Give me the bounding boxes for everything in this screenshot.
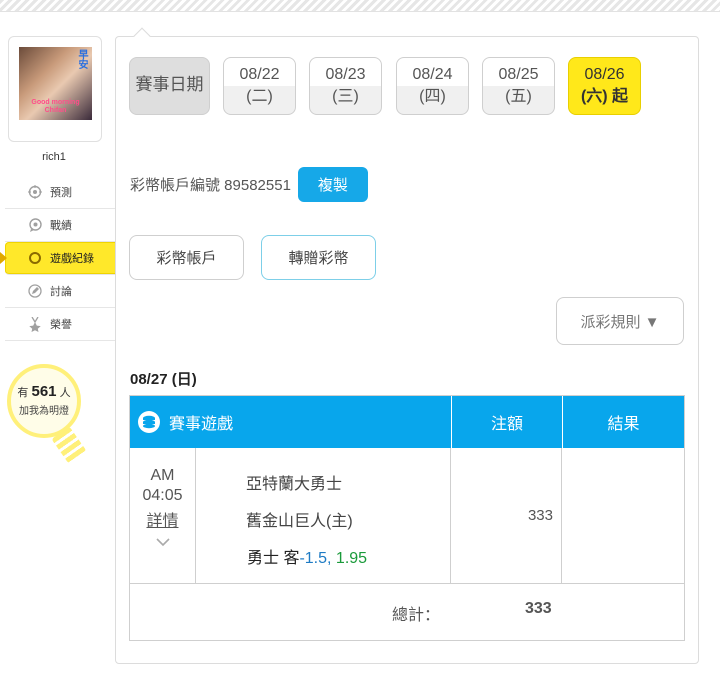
detail-link[interactable]: 詳情 <box>130 512 195 532</box>
date-tab-day: (四) <box>419 88 446 105</box>
account-number-label: 彩幣帳戶編號 89582551 <box>130 177 291 194</box>
sidebar-item-label: 遊戲紀錄 <box>50 253 94 265</box>
total-value: 333 <box>525 600 552 617</box>
date-tab-day: (三) <box>332 88 359 105</box>
bulb-suffix: 人 <box>59 387 71 399</box>
sidebar-item-honor[interactable]: 榮譽 <box>5 308 116 341</box>
sidebar-item-label: 榮譽 <box>50 319 72 331</box>
date-tab-0825[interactable]: 08/25 (五) <box>482 57 555 115</box>
table-header: 賽事遊戲 注額 結果 <box>130 396 684 448</box>
date-tab-date: 08/25 <box>498 66 539 83</box>
ring-icon <box>27 250 43 266</box>
bulb-line1: 有 561 人 <box>11 383 77 400</box>
game-history-table: 賽事遊戲 注額 結果 AM 04:05 詳情 亞特蘭大勇士 舊金山巨人(主) 勇… <box>129 395 685 641</box>
coin-account-button[interactable]: 彩幣帳戶 <box>129 235 244 280</box>
date-tab-date: 08/22 <box>239 66 280 83</box>
edit-icon <box>27 283 43 299</box>
panel-notch <box>133 27 151 45</box>
sidebar-item-label: 預測 <box>50 187 72 199</box>
total-row: 總計： 333 <box>130 584 684 640</box>
username[interactable]: rich1 <box>0 151 108 163</box>
date-tab-0822[interactable]: 08/22 (二) <box>223 57 296 115</box>
header-amount: 注額 <box>451 396 562 448</box>
header-game: 賽事遊戲 <box>130 396 451 448</box>
sidebar: 早安 Good morning Chifan rich1 預測 戰績 遊戲紀錄 <box>0 12 126 673</box>
bet-selection: 勇士 客-1.5, 1.95 <box>247 544 367 568</box>
date-tab-day: (二) <box>246 88 273 105</box>
bulb-line2: 加我為明燈 <box>19 406 69 417</box>
top-decorative-border <box>0 0 720 12</box>
time-cell: AM 04:05 詳情 <box>130 448 196 584</box>
date-tab-day: (五) <box>505 88 532 105</box>
sidebar-item-record[interactable]: 戰績 <box>5 209 116 242</box>
target-icon <box>27 184 43 200</box>
follower-bulb[interactable]: 有 561 人 加我為明燈 <box>7 364 81 438</box>
date-tab-0823[interactable]: 08/23 (三) <box>309 57 382 115</box>
date-tab-date: 08/24 <box>412 66 453 83</box>
coin-stack-icon <box>138 411 160 433</box>
chevron-down-icon[interactable] <box>130 534 195 550</box>
sidebar-item-label: 戰績 <box>50 220 72 232</box>
avatar-badge: 早安 <box>76 49 87 69</box>
date-tab-0824[interactable]: 08/24 (四) <box>396 57 469 115</box>
date-tab-0826-active[interactable]: 08/26 (六) 起 <box>568 57 641 115</box>
sidebar-nav: 預測 戰績 遊戲紀錄 討論 榮譽 <box>0 176 126 341</box>
medal-icon <box>27 316 43 332</box>
chat-icon <box>27 217 43 233</box>
date-tab-day: (六) 起 <box>580 88 629 105</box>
header-result: 結果 <box>562 396 684 448</box>
header-game-label: 賽事遊戲 <box>169 416 234 433</box>
sidebar-item-discussion[interactable]: 討論 <box>5 275 116 308</box>
follower-count: 561 <box>31 383 57 400</box>
avatar-caption: Good morning Chifan <box>31 99 80 114</box>
avatar-card[interactable]: 早安 Good morning Chifan <box>8 36 102 142</box>
sidebar-item-predict[interactable]: 預測 <box>5 176 116 209</box>
payout-rules-dropdown[interactable]: 派彩規則 ▼ <box>556 297 684 345</box>
avatar[interactable]: 早安 Good morning Chifan <box>19 47 92 120</box>
bet-label: 勇士 客 <box>247 550 300 567</box>
table-row: AM 04:05 詳情 亞特蘭大勇士 舊金山巨人(主) 勇士 客-1.5, 1.… <box>130 448 684 584</box>
result-cell <box>562 448 684 584</box>
section-date: 08/27 (日) <box>130 371 197 388</box>
date-tab-date: 08/26 <box>584 66 625 83</box>
amount-cell: 333 <box>451 448 562 584</box>
game-time: 04:05 <box>142 487 183 504</box>
match-cell: 亞特蘭大勇士 舊金山巨人(主) 勇士 客-1.5, 1.95 <box>196 448 451 584</box>
sidebar-item-label: 討論 <box>50 286 72 298</box>
bet-amount: 333 <box>527 507 553 524</box>
away-team: 亞特蘭大勇士 <box>246 476 343 493</box>
bet-odds: 1.95 <box>331 550 368 567</box>
date-tab-date: 08/23 <box>325 66 366 83</box>
bet-handicap: -1.5, <box>299 550 332 567</box>
account-number-line: 彩幣帳戶編號 89582551 複製 <box>130 167 368 202</box>
transfer-coins-button[interactable]: 轉贈彩幣 <box>261 235 376 280</box>
sidebar-item-game-history[interactable]: 遊戲紀錄 <box>0 242 126 275</box>
game-ampm: AM <box>150 467 175 484</box>
total-label: 總計： <box>392 607 441 624</box>
bulb-prefix: 有 <box>17 387 29 399</box>
main-panel: 賽事日期 08/22 (二) 08/23 (三) 08/24 (四) 08/25… <box>115 27 699 664</box>
date-filter-label: 賽事日期 <box>129 57 210 115</box>
copy-button[interactable]: 複製 <box>297 167 368 202</box>
home-team: 舊金山巨人(主) <box>246 513 353 530</box>
